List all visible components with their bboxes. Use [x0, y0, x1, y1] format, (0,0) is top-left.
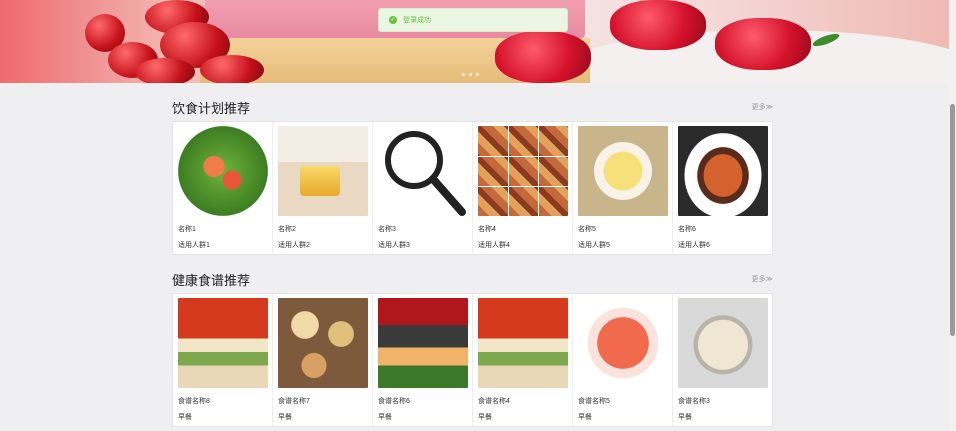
recipe-name: 食谱名称5: [578, 398, 610, 405]
plan-name: 名称6: [678, 226, 696, 233]
recipe-meal: 早餐: [178, 414, 192, 421]
diet-plan-section: 饮食计划推荐 更多≫ 名称1 适用人群1 名称2 适用人群2 名称3 适用人群3: [172, 98, 773, 255]
recipe-name: 食谱名称8: [178, 398, 210, 405]
recipe-image-poster[interactable]: [178, 298, 268, 388]
more-link[interactable]: 更多≫: [752, 274, 773, 284]
recipe-meal: 早餐: [378, 414, 392, 421]
recipe-meal: 早餐: [278, 414, 292, 421]
recipe-meal: 早餐: [678, 414, 692, 421]
plan-card[interactable]: 名称1 适用人群1: [173, 122, 273, 254]
recipe-card[interactable]: 食谱名称8 早餐: [173, 294, 273, 426]
recipe-card[interactable]: 食谱名称5 早餐: [573, 294, 673, 426]
plan-card[interactable]: 名称6 适用人群6: [673, 122, 773, 254]
recipe-name: 食谱名称4: [478, 398, 510, 405]
plan-card[interactable]: 名称5 适用人群5: [573, 122, 673, 254]
plan-image-salad[interactable]: [178, 126, 268, 216]
plan-audience: 适用人群5: [578, 242, 610, 249]
plan-image-salmon[interactable]: [678, 126, 768, 216]
recipe-image-fish[interactable]: [378, 298, 468, 388]
recipe-card[interactable]: 食谱名称4 早餐: [473, 294, 573, 426]
success-toast: ✓ 登录成功: [378, 8, 568, 32]
plan-card[interactable]: 名称3 适用人群3: [373, 122, 473, 254]
plan-audience: 适用人群2: [278, 242, 310, 249]
page-scrollbar[interactable]: [949, 0, 956, 431]
plan-card[interactable]: 名称2 适用人群2: [273, 122, 373, 254]
plan-audience: 适用人群3: [378, 242, 410, 249]
plan-name: 名称3: [378, 226, 396, 233]
raspberry: [715, 18, 811, 70]
plan-audience: 适用人群6: [678, 242, 710, 249]
section-title: 健康食谱推荐: [172, 272, 251, 288]
search-icon: [385, 131, 466, 216]
plan-image-placeholder[interactable]: [378, 126, 468, 216]
recipe-name: 食谱名称6: [378, 398, 410, 405]
plan-image-dishes-collage[interactable]: [478, 126, 568, 216]
recipe-name: 食谱名称3: [678, 398, 710, 405]
recipe-card[interactable]: 食谱名称3 早餐: [673, 294, 773, 426]
raspberry: [610, 0, 706, 50]
healthy-recipe-section: 健康食谱推荐 更多≫ 食谱名称8 早餐 食谱名称7 早餐 食谱名称6 早餐 食谱…: [172, 270, 773, 427]
recipe-card[interactable]: 食谱名称6 早餐: [373, 294, 473, 426]
plan-card-list: 名称1 适用人群1 名称2 适用人群2 名称3 适用人群3 名称4 适用人群4: [172, 121, 773, 255]
plan-name: 名称1: [178, 226, 196, 233]
plan-audience: 适用人群4: [478, 242, 510, 249]
recipe-card[interactable]: 食谱名称7 早餐: [273, 294, 373, 426]
plan-image-shrimp-plate[interactable]: [578, 126, 668, 216]
recipe-meal: 早餐: [578, 414, 592, 421]
plan-name: 名称2: [278, 226, 296, 233]
plan-audience: 适用人群1: [178, 242, 210, 249]
plan-image-honey[interactable]: [278, 126, 368, 216]
scrollbar-thumb[interactable]: [950, 104, 955, 336]
more-link[interactable]: 更多≫: [752, 102, 773, 112]
plan-name: 名称5: [578, 226, 596, 233]
recipe-image-poster[interactable]: [478, 298, 568, 388]
recipe-image-prawns[interactable]: [578, 298, 668, 388]
plan-name: 名称4: [478, 226, 496, 233]
plan-card[interactable]: 名称4 适用人群4: [473, 122, 573, 254]
cherry: [200, 55, 264, 83]
cherry: [135, 58, 195, 83]
carousel-indicator[interactable]: [462, 73, 479, 76]
recipe-image-table-dishes[interactable]: [278, 298, 368, 388]
section-title: 饮食计划推荐: [172, 100, 251, 116]
toast-message: 登录成功: [403, 17, 431, 24]
raspberry: [495, 31, 591, 83]
recipe-card-list: 食谱名称8 早餐 食谱名称7 早餐 食谱名称6 早餐 食谱名称4 早餐 食谱名称…: [172, 293, 773, 427]
recipe-name: 食谱名称7: [278, 398, 310, 405]
recipe-meal: 早餐: [478, 414, 492, 421]
check-circle-icon: ✓: [389, 16, 397, 24]
recipe-image-rice[interactable]: [678, 298, 768, 388]
